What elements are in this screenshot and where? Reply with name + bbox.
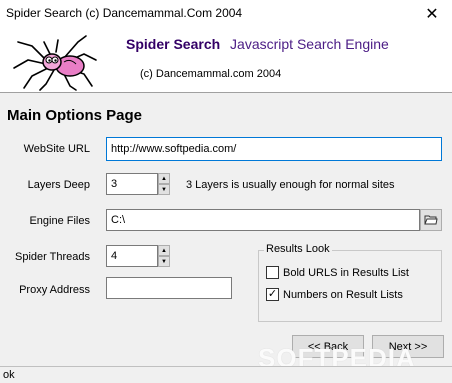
header-banner: Spider Search Javascript Search Engine (… bbox=[0, 28, 452, 92]
window-title: Spider Search (c) Dancemammal.Com 2004 bbox=[6, 6, 243, 20]
numbers-label: Numbers on Result Lists bbox=[283, 288, 403, 301]
spin-up-icon[interactable]: ▲ bbox=[158, 173, 170, 184]
results-look-group bbox=[258, 250, 442, 322]
main-options-panel: Main Options Page WebSite URL http://www… bbox=[0, 92, 452, 373]
spider-threads-spinner[interactable]: ▲ ▼ bbox=[158, 245, 170, 267]
spin-down-icon[interactable]: ▼ bbox=[158, 256, 170, 267]
bold-urls-option[interactable]: Bold URLS in Results List bbox=[266, 266, 409, 279]
bold-urls-label: Bold URLS in Results List bbox=[283, 266, 409, 279]
numbers-option[interactable]: ✓ Numbers on Result Lists bbox=[266, 288, 403, 301]
proxy-address-input[interactable] bbox=[106, 277, 232, 299]
app-brand: Spider Search Javascript Search Engine bbox=[126, 36, 389, 52]
website-url-label: WebSite URL bbox=[23, 143, 90, 155]
layers-deep-spinner[interactable]: ▲ ▼ bbox=[158, 173, 170, 195]
open-folder-icon bbox=[424, 215, 438, 225]
title-bar: Spider Search (c) Dancemammal.Com 2004 ✕ bbox=[0, 0, 452, 28]
results-look-title: Results Look bbox=[264, 243, 332, 255]
status-bar: ok bbox=[0, 366, 452, 383]
checkmark-icon: ✓ bbox=[267, 288, 278, 300]
website-url-input[interactable]: http://www.softpedia.com/ bbox=[106, 137, 442, 161]
engine-files-input[interactable]: C:\ bbox=[106, 209, 420, 231]
app-name: Spider Search bbox=[126, 36, 221, 52]
spider-threads-input[interactable]: 4 bbox=[106, 245, 158, 267]
numbers-checkbox[interactable]: ✓ bbox=[266, 288, 279, 301]
spin-down-icon[interactable]: ▼ bbox=[158, 184, 170, 195]
spider-threads-label: Spider Threads bbox=[14, 251, 90, 263]
status-text: ok bbox=[3, 369, 15, 381]
page-title: Main Options Page bbox=[7, 107, 143, 124]
engine-files-label: Engine Files bbox=[29, 215, 90, 227]
close-icon: ✕ bbox=[425, 6, 439, 23]
close-button[interactable]: ✕ bbox=[412, 0, 452, 28]
layers-deep-hint: 3 Layers is usually enough for normal si… bbox=[186, 179, 395, 191]
header-copyright: (c) Dancemammal.com 2004 bbox=[140, 68, 282, 80]
spider-logo bbox=[13, 35, 97, 91]
bold-urls-checkbox[interactable] bbox=[266, 266, 279, 279]
spin-up-icon[interactable]: ▲ bbox=[158, 245, 170, 256]
browse-folder-button[interactable] bbox=[420, 209, 442, 231]
proxy-address-label: Proxy Address bbox=[19, 284, 90, 296]
app-subtitle: Javascript Search Engine bbox=[230, 36, 389, 52]
layers-deep-input[interactable]: 3 bbox=[106, 173, 158, 195]
layers-deep-label: Layers Deep bbox=[27, 179, 90, 191]
